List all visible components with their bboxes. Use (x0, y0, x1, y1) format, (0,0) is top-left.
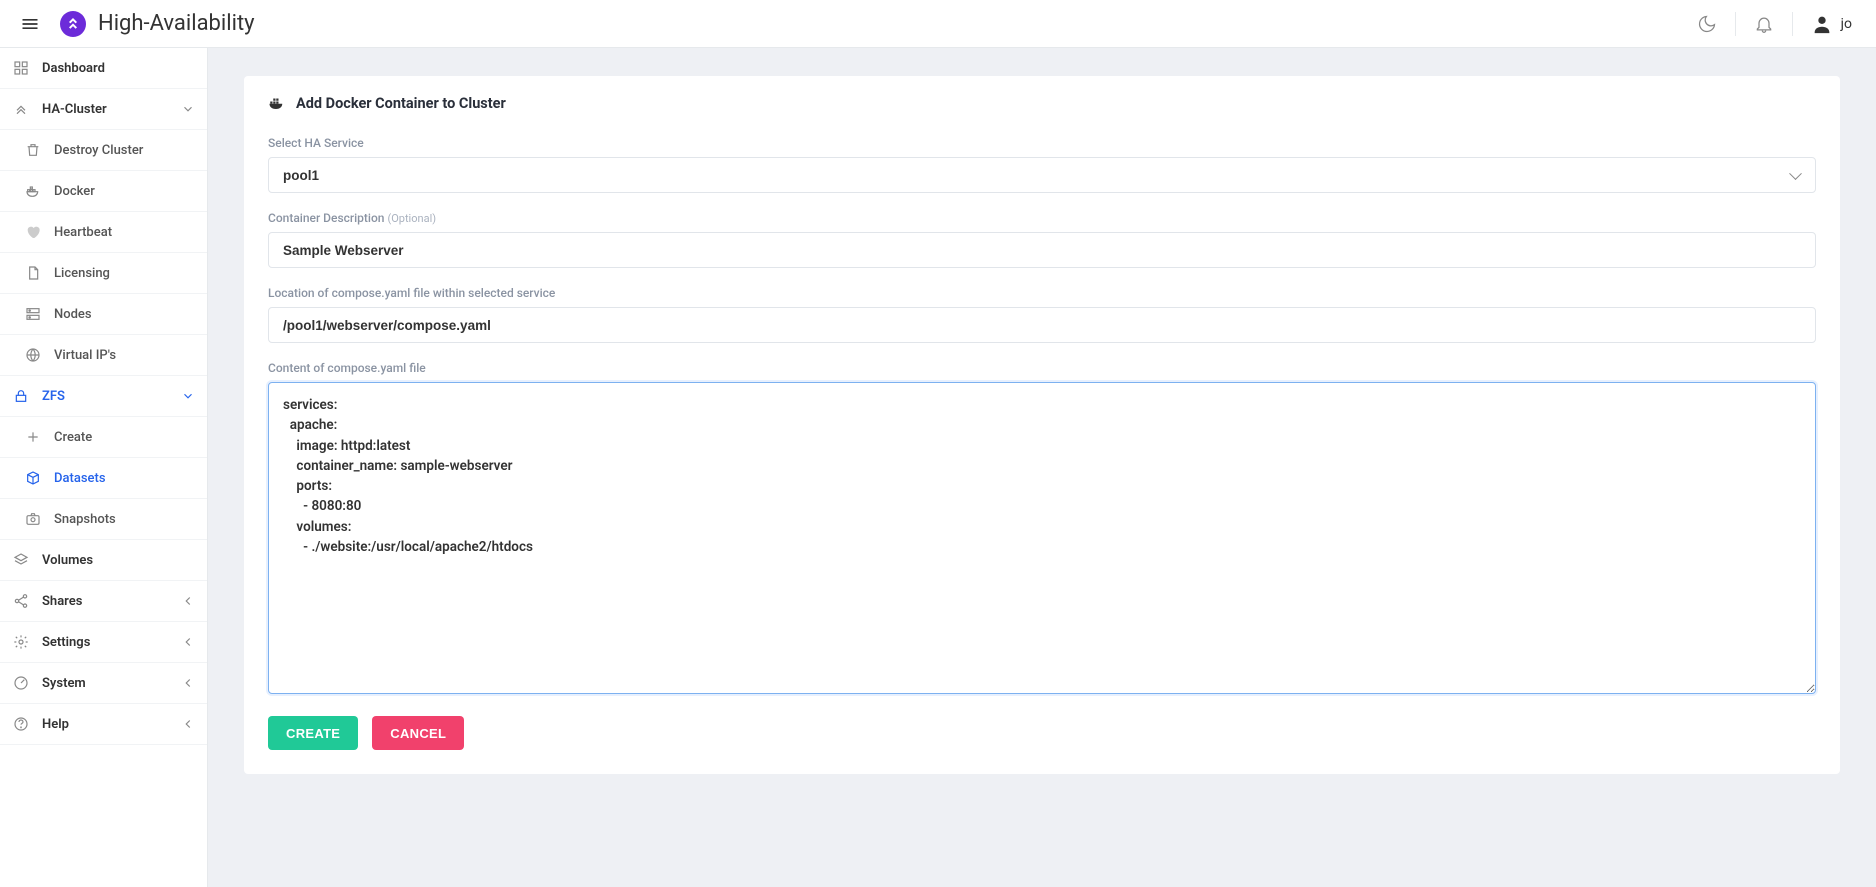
globe-icon (24, 346, 42, 364)
cube-icon (24, 469, 42, 487)
sidebar-item-label: Virtual IP's (54, 348, 195, 363)
card-title: Add Docker Container to Cluster (296, 95, 506, 112)
sidebar-item-hacluster[interactable]: HA-Cluster (0, 89, 207, 130)
sidebar-item-label: Dashboard (42, 61, 195, 76)
create-button[interactable]: CREATE (268, 716, 358, 750)
description-label: Container Description (Optional) (268, 211, 1816, 225)
sidebar-item-heartbeat[interactable]: Heartbeat (0, 212, 207, 253)
service-select[interactable] (268, 157, 1816, 193)
server-icon (24, 305, 42, 323)
moon-icon (1697, 14, 1717, 34)
share-icon (12, 592, 30, 610)
chevron-down-icon (181, 389, 195, 403)
notifications-button[interactable] (1746, 6, 1782, 42)
card-header: Add Docker Container to Cluster (244, 76, 1840, 130)
main-content: Add Docker Container to Cluster Select H… (208, 48, 1876, 887)
bell-icon (1754, 14, 1774, 34)
sidebar-item-label: Help (42, 717, 181, 732)
sidebar-item-label: Nodes (54, 307, 195, 322)
service-label: Select HA Service (268, 136, 1816, 150)
sidebar-item-label: Docker (54, 184, 195, 199)
hamburger-icon (20, 14, 40, 34)
sidebar-item-label: Create (54, 430, 195, 445)
sidebar-item-label: Shares (42, 594, 181, 609)
location-label: Location of compose.yaml file within sel… (268, 286, 1816, 300)
chevron-down-icon (181, 102, 195, 116)
compose-content-textarea[interactable] (268, 382, 1816, 694)
sidebar-item-label: System (42, 676, 181, 691)
description-input[interactable] (268, 232, 1816, 268)
sidebar-item-label: Volumes (42, 553, 195, 568)
sidebar-item-label: Snapshots (54, 512, 195, 527)
app-header: High-Availability jo (0, 0, 1876, 48)
sidebar-item-system[interactable]: System (0, 663, 207, 704)
sidebar-item-label: HA-Cluster (42, 102, 181, 117)
trash-icon (24, 141, 42, 159)
sidebar-item-zfs[interactable]: ZFS (0, 376, 207, 417)
sidebar-item-help[interactable]: Help (0, 704, 207, 745)
chevron-left-icon (181, 594, 195, 608)
form-card: Add Docker Container to Cluster Select H… (244, 76, 1840, 774)
sidebar-item-settings[interactable]: Settings (0, 622, 207, 663)
docker-icon (268, 94, 286, 112)
file-icon (24, 264, 42, 282)
chevron-left-icon (181, 717, 195, 731)
divider (1735, 12, 1736, 36)
cancel-button[interactable]: CANCEL (372, 716, 464, 750)
sidebar-item-label: Licensing (54, 266, 195, 281)
menu-toggle-button[interactable] (16, 10, 44, 38)
sidebar-item-licensing[interactable]: Licensing (0, 253, 207, 294)
user-icon (1811, 13, 1833, 35)
app-title: High-Availability (98, 11, 255, 36)
gear-icon (12, 633, 30, 651)
user-name-label: jo (1841, 16, 1852, 32)
form-actions: CREATE CANCEL (268, 716, 1816, 750)
sidebar-item-label: Destroy Cluster (54, 143, 195, 158)
plus-icon (24, 428, 42, 446)
sidebar-item-dashboard[interactable]: Dashboard (0, 48, 207, 89)
sidebar-item-create[interactable]: Create (0, 417, 207, 458)
sidebar-item-destroy-cluster[interactable]: Destroy Cluster (0, 130, 207, 171)
chevron-left-icon (181, 635, 195, 649)
divider (1792, 12, 1793, 36)
heart-icon (24, 223, 42, 241)
lock-icon (12, 387, 30, 405)
help-icon (12, 715, 30, 733)
content-label: Content of compose.yaml file (268, 361, 1816, 375)
sidebar-item-shares[interactable]: Shares (0, 581, 207, 622)
gauge-icon (12, 674, 30, 692)
sidebar-item-docker[interactable]: Docker (0, 171, 207, 212)
camera-icon (24, 510, 42, 528)
layers-icon (12, 551, 30, 569)
sidebar-item-datasets[interactable]: Datasets (0, 458, 207, 499)
docker-icon (24, 182, 42, 200)
dashboard-icon (12, 59, 30, 77)
sidebar: Dashboard HA-Cluster Destroy Cluster Doc… (0, 48, 208, 887)
location-input[interactable] (268, 307, 1816, 343)
sidebar-item-label: Settings (42, 635, 181, 650)
theme-toggle-button[interactable] (1689, 6, 1725, 42)
sidebar-item-volumes[interactable]: Volumes (0, 540, 207, 581)
sidebar-item-label: Heartbeat (54, 225, 195, 240)
header-right: jo (1689, 6, 1860, 42)
sidebar-item-snapshots[interactable]: Snapshots (0, 499, 207, 540)
cluster-icon (12, 100, 30, 118)
sidebar-item-label: Datasets (54, 471, 195, 486)
sidebar-item-virtual-ips[interactable]: Virtual IP's (0, 335, 207, 376)
header-left: High-Availability (16, 10, 255, 38)
sidebar-item-nodes[interactable]: Nodes (0, 294, 207, 335)
brand-logo-icon (60, 11, 86, 37)
user-menu[interactable]: jo (1803, 9, 1860, 39)
chevron-left-icon (181, 676, 195, 690)
sidebar-item-label: ZFS (42, 389, 181, 404)
brand[interactable]: High-Availability (60, 11, 255, 37)
